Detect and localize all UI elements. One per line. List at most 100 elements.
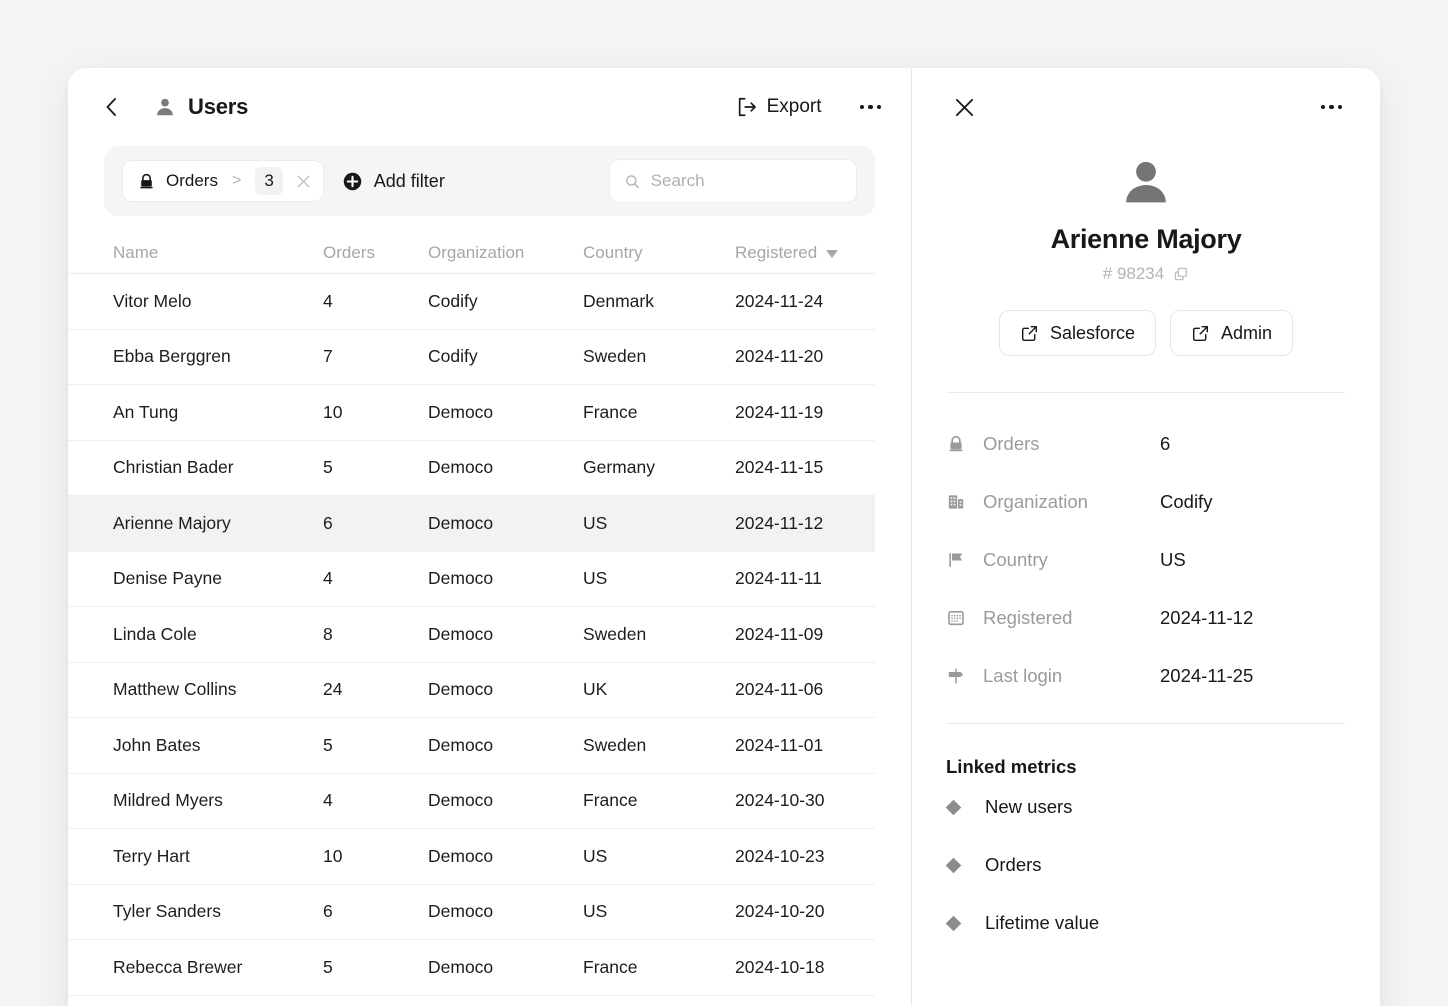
lock-icon: [140, 173, 153, 188]
metric-row[interactable]: Orders: [945, 836, 1346, 894]
cell-registered: 2024-11-01: [735, 734, 824, 755]
detail-divider-top: [947, 392, 1345, 393]
detail-overflow-button[interactable]: [1317, 99, 1347, 116]
linked-metrics-list: New users Orders Lifetime value: [945, 778, 1346, 952]
cell-orders: 6: [323, 512, 333, 533]
app-root: Users Export Orders > 3 Add filter Searc…: [0, 0, 1448, 1006]
cell-name: Ebba Berggren: [113, 346, 231, 367]
column-header-orders[interactable]: Orders: [323, 243, 428, 263]
cell-name: Linda Cole: [113, 623, 197, 644]
column-header-country[interactable]: Country: [583, 243, 735, 263]
action-button-salesforce[interactable]: Salesforce: [998, 310, 1156, 356]
cell-orders: 10: [323, 401, 343, 422]
field-value: 2024-11-25: [1160, 665, 1254, 686]
table-row[interactable]: Linda Cole 8 Democo Sweden 2024-11-09: [68, 607, 875, 663]
cell-name: Mildred Myers: [113, 790, 223, 811]
metric-label: Lifetime value: [985, 912, 1100, 933]
cell-orders: 4: [323, 790, 333, 811]
search-box[interactable]: [609, 159, 857, 203]
field-label: Last login: [983, 665, 1063, 686]
table-row[interactable]: Ebba Berggren 7 Codify Sweden 2024-11-20: [68, 330, 875, 385]
cell-organization: Democo: [428, 790, 494, 811]
cell-name: Matthew Collins: [113, 679, 237, 700]
cell-name: Tyler Sanders: [113, 901, 221, 922]
field-value: Codify: [1160, 491, 1213, 512]
action-button-admin[interactable]: Admin: [1170, 310, 1294, 356]
cell-country: US: [583, 568, 608, 589]
chevron-left-icon: [106, 98, 116, 116]
diamond-icon: [945, 915, 972, 931]
table-row[interactable]: Denise Payne 4 Democo US 2024-11-11: [68, 552, 875, 607]
building-icon: [946, 492, 972, 512]
cell-registered: 2024-10-30: [735, 790, 825, 811]
close-detail-button[interactable]: [948, 91, 980, 123]
cell-name: Rebecca Brewer: [113, 956, 243, 977]
cell-country: France: [583, 790, 638, 811]
field-row-last-login: Last login 2024-11-25: [946, 647, 1346, 705]
cell-registered: 2024-11-24: [735, 290, 824, 311]
cell-registered: 2024-10-18: [735, 956, 825, 977]
cell-country: Denmark: [583, 290, 654, 311]
cell-country: Sweden: [583, 346, 647, 367]
cell-name: Terry Hart: [113, 845, 190, 866]
cell-registered: 2024-11-20: [735, 346, 824, 367]
metric-row[interactable]: New users: [945, 778, 1346, 836]
cell-country: US: [583, 845, 608, 866]
cell-organization: Codify: [428, 346, 478, 367]
add-filter-button[interactable]: Add filter: [342, 171, 445, 192]
metric-label: Orders: [985, 854, 1042, 875]
external-link-icon: [1191, 324, 1210, 343]
cell-registered: 2024-11-09: [735, 623, 824, 644]
table-row[interactable]: An Tung 10 Democo France 2024-11-19: [68, 385, 875, 441]
cell-country: Germany: [583, 457, 655, 478]
cell-orders: 6: [323, 901, 333, 922]
filter-value[interactable]: 3: [255, 167, 283, 195]
table-row[interactable]: Mildred Myers 4 Democo France 2024-10-30: [68, 774, 875, 829]
export-button[interactable]: Export: [730, 92, 828, 122]
cell-orders: 5: [323, 956, 333, 977]
filter-operator[interactable]: >: [228, 172, 245, 190]
metric-row[interactable]: Lifetime value: [945, 894, 1346, 952]
cell-name: Vitor Melo: [113, 290, 192, 311]
table-row[interactable]: Rebecca Brewer 5 Democo France 2024-10-18: [68, 940, 875, 996]
back-button[interactable]: [96, 92, 126, 122]
cell-country: France: [583, 401, 638, 422]
table-row[interactable]: Matthew Collins 24 Democo UK 2024-11-06: [68, 663, 875, 718]
field-label: Organization: [983, 491, 1088, 512]
lock-icon: [946, 434, 972, 454]
field-value: 6: [1160, 433, 1171, 454]
table-row[interactable]: Terry Hart 10 Democo US 2024-10-23: [68, 829, 875, 885]
field-value: US: [1160, 549, 1186, 570]
cell-organization: Democo: [428, 901, 494, 922]
cell-organization: Democo: [428, 679, 494, 700]
copy-id-button[interactable]: [1173, 266, 1189, 282]
field-value: 2024-11-12: [1160, 607, 1254, 628]
column-header-name[interactable]: Name: [113, 243, 323, 263]
table-row[interactable]: Arienne Majory 6 Democo US 2024-11-12: [68, 496, 875, 552]
table-body: Vitor Melo 4 Codify Denmark 2024-11-24 Ebba B…: [68, 274, 911, 996]
column-header-organization[interactable]: Organization: [428, 243, 583, 263]
calendar-icon: [946, 608, 972, 628]
detail-action-row: Salesforce Admin: [946, 310, 1346, 356]
cell-registered: 2024-10-23: [735, 845, 825, 866]
cell-registered: 2024-11-12: [735, 512, 824, 533]
flag-icon: [946, 550, 972, 570]
cell-orders: 4: [323, 568, 333, 589]
table-row[interactable]: Vitor Melo 4 Codify Denmark 2024-11-24: [68, 274, 875, 330]
person-icon: [157, 98, 173, 116]
table-row[interactable]: Christian Bader 5 Democo Germany 2024-11-15: [68, 441, 875, 496]
detail-divider-bottom: [947, 723, 1345, 724]
filter-remove-button[interactable]: [293, 170, 315, 192]
caret-down-icon[interactable]: [826, 249, 839, 258]
close-icon: [955, 98, 973, 116]
table-row[interactable]: John Bates 5 Democo Sweden 2024-11-01: [68, 718, 875, 774]
field-row-organization: Organization Codify: [946, 473, 1346, 531]
filter-bar: Orders > 3 Add filter Search: [104, 146, 875, 216]
list-overflow-button[interactable]: [856, 99, 886, 116]
column-header-registered[interactable]: Registered: [735, 243, 875, 263]
search-input[interactable]: [650, 171, 842, 191]
filter-chip-orders[interactable]: Orders > 3: [122, 160, 324, 202]
table-row[interactable]: Tyler Sanders 6 Democo US 2024-10-20: [68, 885, 875, 940]
cell-name: An Tung: [113, 401, 179, 422]
cell-country: France: [583, 956, 638, 977]
